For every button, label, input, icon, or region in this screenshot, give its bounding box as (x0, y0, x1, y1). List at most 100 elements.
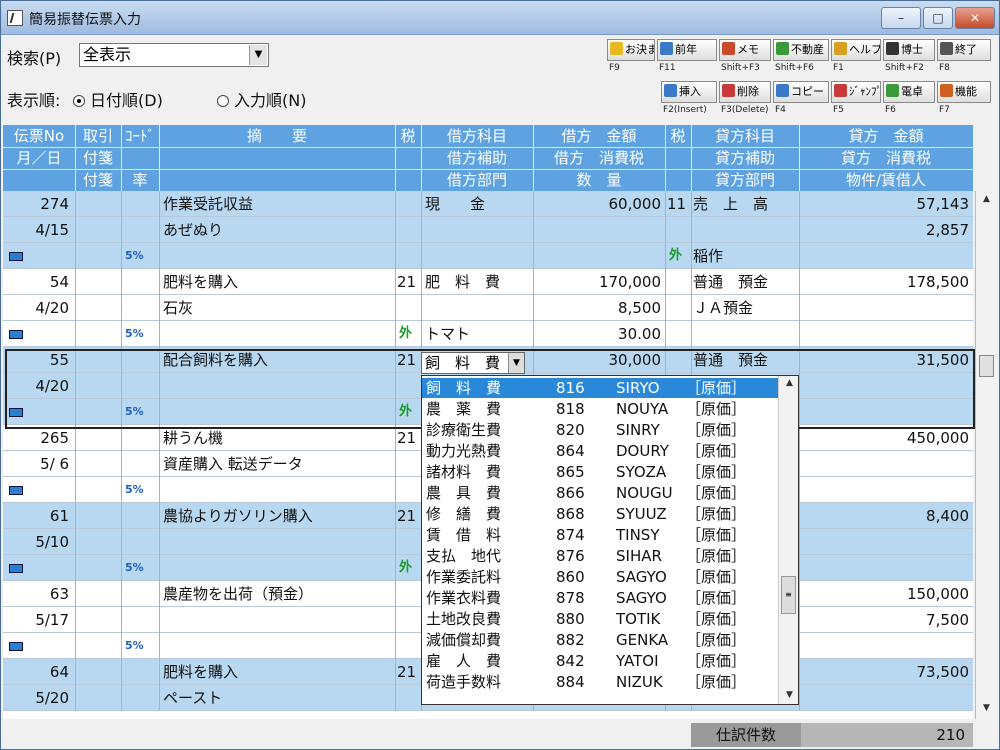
dropdown-scroll-thumb[interactable]: ≡ (781, 576, 796, 614)
column-divider (799, 347, 800, 373)
dropdown-item[interactable]: 動力光熱費 864 DOURY ［原価］ (422, 441, 778, 461)
dropdown-item-type: ［原価］ (686, 379, 747, 397)
column-divider (121, 581, 122, 607)
toolbar.buttons_row1-button-2[interactable]: メモ (719, 39, 771, 61)
dropdown-item-kana: SIRYO (616, 379, 660, 397)
rate-cell: 5% (125, 483, 144, 496)
dropdown-item[interactable]: 農 薬 費 818 NOUYA ［原価］ (422, 399, 778, 419)
dropdown-item[interactable]: 農 具 費 866 NOUGU ［原価］ (422, 483, 778, 503)
column-divider (121, 685, 122, 711)
search-select[interactable]: 全表示 ▼ (79, 43, 269, 67)
credit-amount-cell: 7,500 (926, 611, 969, 629)
dropdown-item-name: 諸材料 費 (426, 463, 502, 481)
dropdown-item-type: ［原価］ (686, 400, 747, 418)
chevron-down-icon[interactable]: ▼ (249, 45, 267, 65)
dropdown-item[interactable]: 諸材料 費 865 SYOZA ［原価］ (422, 462, 778, 482)
table-row[interactable]: 外トマト 30.00 5% (3, 321, 973, 347)
column-divider (75, 295, 76, 321)
grid-scrollbar[interactable]: ▲ ▼ (975, 191, 997, 719)
dropdown-item[interactable]: 作業委託料 860 SAGYO ［原価］ (422, 567, 778, 587)
rate-cell: 5% (125, 405, 144, 418)
dropdown-item-code: 874 (556, 526, 585, 544)
column-divider (799, 373, 800, 399)
dropdown-item-kana: NOUGU (616, 484, 673, 502)
scroll-up-icon[interactable]: ▲ (976, 194, 997, 204)
dropdown-item[interactable]: 土地改良費 880 TOTIK ［原価］ (422, 609, 778, 629)
dropdown-item-name: 修 繕 費 (426, 505, 502, 523)
debit-amount-cell: 60,000 (608, 195, 662, 213)
close-button[interactable]: ✕ (955, 7, 995, 29)
description-cell (163, 477, 393, 503)
dropdown-item-code: 818 (556, 400, 585, 418)
external-tax-mark (669, 347, 689, 373)
description-cell (163, 321, 393, 347)
toolbar.buttons_row1-button-5[interactable]: 博士 (883, 39, 935, 61)
table-row[interactable]: 274 作業受託収益現 金 60,000 11 売 上 高 57,143 (3, 191, 973, 217)
toolbar.buttons_row1-button-4[interactable]: ヘルプ (831, 39, 881, 61)
scroll-down-icon[interactable]: ▼ (779, 690, 798, 700)
dropdown-item-code: 842 (556, 652, 585, 670)
grid-scroll-thumb[interactable] (979, 355, 994, 377)
column-divider (395, 529, 396, 555)
toolbar.buttons_row1-button-0[interactable]: お決まり (607, 39, 655, 61)
dropdown-item-kana: GENKA (616, 631, 669, 649)
description-cell (163, 399, 393, 425)
credit-amount-cell: 57,143 (916, 195, 970, 213)
column-divider (75, 555, 76, 581)
toolbar.buttons_row2-button-2[interactable]: コピー (773, 81, 829, 103)
dropdown-item[interactable]: 飼 料 費 816 SIRYO ［原価］ (422, 378, 778, 398)
dropdown-item[interactable]: 荷造手数料 884 NIZUK ［原価］ (422, 672, 778, 692)
toolbar.buttons_row1-button-6[interactable]: 終了 (937, 39, 991, 61)
toolbar.buttons_row2-button-3[interactable]: ｼﾞｬﾝﾌﾟ (831, 81, 881, 103)
column-divider (121, 399, 122, 425)
toolbar.buttons_row2-button-5[interactable]: 機能 (937, 81, 991, 103)
star-icon (610, 42, 623, 55)
toolbar.buttons_row2-button-1[interactable]: 削除 (719, 81, 771, 103)
scroll-down-icon[interactable]: ▼ (976, 703, 997, 713)
dropdown-item-type: ［原価］ (686, 421, 747, 439)
dropdown-item-kana: TOTIK (616, 610, 661, 628)
column-divider (75, 243, 76, 269)
help-icon (834, 42, 847, 55)
dropdown-item[interactable]: 雇 人 費 842 YATOI ［原価］ (422, 651, 778, 671)
dropdown-item[interactable]: 減価償却費 882 GENKA ［原価］ (422, 630, 778, 650)
debit-account-combo[interactable]: 飼 料 費 ▼ (421, 352, 525, 374)
radio-date-order[interactable]: 日付順(D) (73, 87, 163, 111)
voucher-no-cell: 61 (49, 507, 69, 525)
credit-amount-cell: 31,500 (916, 351, 970, 369)
dropdown-item[interactable]: 支払 地代 876 SIHAR ［原価］ (422, 546, 778, 566)
table-row[interactable]: 4/15 あぜぬり 2,857 (3, 217, 973, 243)
table-row[interactable]: 4/20 石灰 8,500 ＪＡ預金 (3, 295, 973, 321)
header-cell (123, 148, 157, 169)
description-cell: 耕うん機 (163, 429, 224, 447)
external-tax-mark (399, 269, 421, 295)
dropdown-item[interactable]: 作業衣料費 878 SAGYO ［原価］ (422, 588, 778, 608)
card-icon (9, 486, 23, 495)
dropdown-item[interactable]: 修 繕 費 868 SYUUZ ［原価］ (422, 504, 778, 524)
external-tax-mark (399, 425, 421, 451)
rate-cell: 5% (125, 639, 144, 652)
toolbar.buttons_row1-button-1[interactable]: 前年 (657, 39, 717, 61)
table-row[interactable]: 外稲作 5% (3, 243, 973, 269)
radio-input-order[interactable]: 入力順(N) (217, 87, 306, 111)
dropdown-item[interactable]: 賃 借 料 874 TINSY ［原価］ (422, 525, 778, 545)
toolbar.buttons_row2-button-label: 削除 (737, 85, 759, 98)
dropdown-item[interactable]: 診療衛生費 820 SINRY ［原価］ (422, 420, 778, 440)
column-divider (75, 217, 76, 243)
column-divider (121, 503, 122, 529)
building-icon (776, 42, 789, 55)
toolbar.buttons_row1-button-3[interactable]: 不動産 (773, 39, 829, 61)
description-cell: あぜぬり (163, 221, 224, 239)
toolbar.buttons_row2-button-4[interactable]: 電卓 (883, 81, 935, 103)
dropdown-scrollbar[interactable]: ▲ ≡ ▼ (778, 376, 798, 704)
column-divider (121, 373, 122, 399)
table-row[interactable]: 54 肥料を購入 21 肥 料 費 170,000 普通 預金 178,500 (3, 269, 973, 295)
dropdown-item-name: 農 薬 費 (426, 400, 502, 418)
scroll-up-icon[interactable]: ▲ (779, 378, 798, 388)
minimize-button[interactable]: – (881, 7, 921, 29)
maximize-button[interactable]: □ (923, 7, 953, 29)
chevron-down-icon[interactable]: ▼ (508, 353, 524, 373)
column-divider (121, 295, 122, 321)
column-divider (121, 451, 122, 477)
toolbar.buttons_row2-button-0[interactable]: 挿入 (661, 81, 717, 103)
